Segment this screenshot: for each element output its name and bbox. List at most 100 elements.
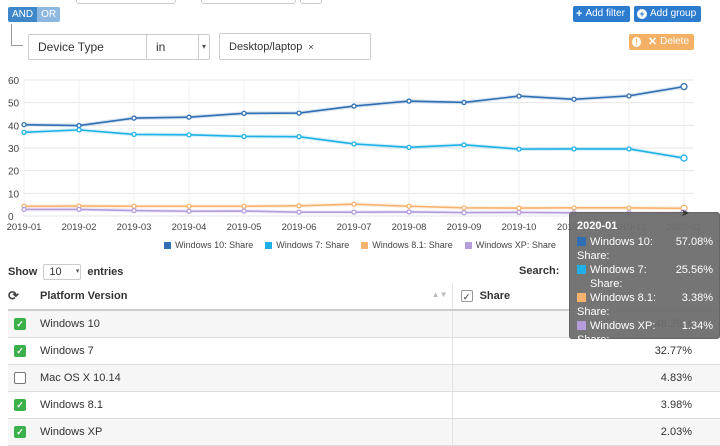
tooltip-series-label: Windows 8.1: Share: (577, 292, 657, 318)
truncated-select-2[interactable] (201, 0, 296, 4)
field-select-value: Device Type (38, 40, 104, 54)
platform-version-cell: Windows 7 (32, 337, 453, 365)
data-point (461, 99, 467, 106)
tag-remove-icon[interactable]: × (308, 39, 313, 55)
tooltip-series-label: Windows XP: Share: (577, 320, 656, 346)
page-length-value: 10 (49, 266, 62, 278)
tooltip-value: 3.38% (681, 292, 713, 304)
truncated-select-3[interactable] (300, 0, 322, 4)
data-point (351, 141, 357, 147)
operator-select[interactable]: in ▾ (146, 34, 210, 60)
legend-swatch (265, 241, 273, 249)
data-point (351, 103, 357, 109)
plus-icon: + (576, 8, 583, 20)
tooltip-row: Windows 10: Share: 57.08% (577, 235, 713, 263)
refresh-header[interactable]: ⟳ (8, 283, 32, 311)
tooltip-row: Windows 8.1: Share: 3.38% (577, 291, 713, 319)
query-builder-header: AND OR + Add filter + Add group (0, 0, 720, 24)
cursor-icon: ➤ (681, 208, 690, 219)
checkbox-checked[interactable]: ✓ (14, 425, 26, 438)
data-point (131, 115, 137, 121)
tooltip-swatch (577, 293, 586, 302)
row-checkbox-cell: ✓ (8, 337, 32, 365)
close-icon: ✕ (647, 36, 658, 48)
checkbox-checked[interactable]: ✓ (14, 317, 26, 330)
and-or-toggle: AND OR (8, 7, 61, 22)
y-tick-label: 50 (8, 99, 20, 110)
add-group-label: Add group (650, 8, 697, 19)
data-point (461, 209, 467, 216)
table-row[interactable]: Mac OS X 10.14 4.83% (8, 364, 720, 392)
warning-icon: ! (632, 37, 641, 47)
data-point (186, 114, 192, 120)
x-tick-label: 2019-05 (227, 222, 262, 233)
table-row[interactable]: ✓ Windows XP 2.03% (8, 418, 720, 446)
tooltip-swatch (577, 265, 586, 274)
data-point (406, 209, 412, 215)
show-label: Show (8, 266, 38, 278)
add-group-button[interactable]: + Add group (634, 6, 702, 22)
share-cell: 2.03% (452, 418, 720, 446)
delete-button[interactable]: ! ✕ Delete (629, 34, 694, 50)
chevron-down-icon: ▾ (198, 35, 209, 59)
tooltip-value: 1.34% (681, 320, 713, 332)
data-point (296, 110, 302, 116)
data-point (406, 203, 412, 209)
chevron-down-icon: ▾ (75, 268, 80, 275)
table-row[interactable]: ✓ Windows 8.1 3.98% (8, 391, 720, 419)
data-point (571, 146, 577, 152)
and-button[interactable]: AND (8, 7, 38, 22)
data-point (241, 133, 247, 140)
legend-item[interactable]: Windows 7: Share (265, 240, 349, 250)
legend-swatch (164, 241, 172, 249)
checkbox-unchecked[interactable] (14, 371, 26, 384)
value-tag-input[interactable]: Desktop/laptop × (219, 33, 371, 60)
data-point (296, 134, 302, 140)
row-checkbox-cell: ✓ (8, 391, 32, 419)
y-tick-label: 20 (8, 167, 20, 178)
field-select[interactable]: Device Type ▾ (28, 34, 159, 60)
data-point (680, 154, 688, 162)
data-point (461, 205, 467, 211)
truncated-select-1[interactable] (76, 0, 176, 4)
filter-rule: Device Type ▾ in ▾ Desktop/laptop × (18, 30, 377, 62)
data-point (516, 209, 522, 216)
data-point (241, 110, 247, 116)
data-point (131, 203, 137, 209)
data-point (571, 205, 577, 211)
legend-swatch (361, 241, 369, 249)
y-tick-label: 40 (8, 121, 20, 132)
platform-version-header-label: Platform Version (40, 290, 128, 302)
data-point (76, 206, 82, 213)
data-point (131, 207, 137, 214)
y-tick-label: 60 (8, 76, 20, 87)
platform-version-cell: Mac OS X 10.14 (32, 364, 453, 392)
platform-version-header[interactable]: Platform Version ▲▼ (32, 283, 453, 311)
page-length-control: Show 10 ▾ entries (8, 264, 123, 280)
tooltip-row: Windows XP: Share: 1.34% (577, 319, 713, 347)
add-filter-button[interactable]: + Add filter (573, 6, 630, 22)
tooltip-swatch (577, 237, 586, 246)
legend-item[interactable]: Windows XP: Share (464, 240, 556, 250)
add-filter-label: Add filter (585, 8, 625, 19)
data-point (461, 142, 467, 148)
page-length-select[interactable]: 10 ▾ (43, 264, 82, 280)
legend-item[interactable]: Windows 10: Share (164, 240, 253, 250)
checkbox-checked-icon: ✓ (460, 290, 473, 303)
data-point (680, 82, 688, 91)
data-point (131, 131, 137, 138)
data-point (516, 205, 522, 211)
data-point (21, 129, 27, 136)
refresh-icon: ⟳ (8, 288, 19, 303)
data-point (21, 122, 27, 128)
checkbox-checked[interactable]: ✓ (14, 344, 26, 357)
tooltip-title: 2020-01 (577, 220, 618, 232)
or-button[interactable]: OR (37, 7, 61, 22)
value-tag: Desktop/laptop × (224, 39, 316, 55)
legend-item[interactable]: Windows 8.1: Share (361, 240, 453, 250)
tooltip-value: 57.08% (675, 236, 713, 248)
checkbox-checked[interactable]: ✓ (14, 398, 26, 411)
x-tick-label: 2019-04 (172, 222, 207, 233)
y-tick-label: 10 (8, 189, 20, 200)
legend-label: Windows 10: Share (175, 240, 254, 250)
